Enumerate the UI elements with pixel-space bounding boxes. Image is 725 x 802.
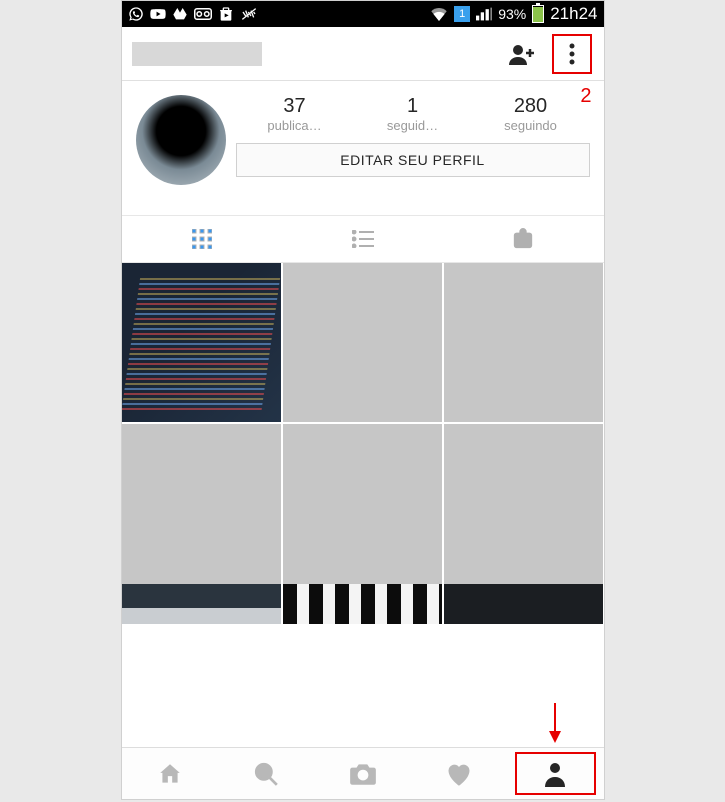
post-thumbnail[interactable] bbox=[444, 263, 603, 422]
nav-camera[interactable] bbox=[314, 748, 410, 799]
wifi-icon bbox=[430, 7, 448, 21]
tab-tagged[interactable] bbox=[443, 216, 604, 262]
stat-following[interactable]: 280 seguindo bbox=[472, 95, 590, 133]
clock: 21h24 bbox=[550, 4, 597, 24]
annotation-arrow bbox=[548, 703, 562, 743]
list-icon bbox=[352, 230, 374, 248]
post-thumbnail[interactable] bbox=[122, 424, 281, 583]
post-thumbnail[interactable] bbox=[444, 424, 603, 583]
search-icon bbox=[253, 761, 279, 787]
profile-header: 2 bbox=[122, 27, 604, 81]
grid-icon bbox=[192, 229, 212, 249]
voicemail-icon bbox=[194, 8, 212, 20]
post-thumbnail[interactable] bbox=[283, 424, 442, 583]
following-count: 280 bbox=[472, 95, 590, 118]
battery-icon bbox=[532, 5, 544, 23]
nav-profile[interactable] bbox=[507, 748, 603, 799]
stats-row: 37 publica… 1 seguid… 280 seguindo bbox=[236, 95, 590, 133]
options-menu-button[interactable] bbox=[552, 34, 592, 74]
drive-icon bbox=[172, 6, 188, 22]
posts-grid-row bbox=[122, 584, 604, 624]
tab-list[interactable] bbox=[282, 216, 443, 262]
bottom-nav bbox=[122, 747, 604, 799]
camera-icon bbox=[348, 761, 378, 787]
post-thumbnail[interactable] bbox=[444, 584, 603, 624]
post-thumbnail[interactable] bbox=[283, 584, 442, 624]
battery-percent: 93% bbox=[498, 6, 526, 22]
posts-grid bbox=[122, 263, 604, 584]
android-status-bar: 1 93% 21h24 bbox=[122, 1, 604, 27]
username-placeholder bbox=[132, 42, 262, 66]
device-frame: 1 93% 21h24 2 37 publica… 1 se bbox=[121, 0, 605, 800]
youtube-icon bbox=[150, 6, 166, 22]
sim-indicator: 1 bbox=[454, 6, 470, 22]
posts-count: 37 bbox=[236, 95, 354, 118]
avatar[interactable] bbox=[136, 95, 226, 185]
followers-label: seguid… bbox=[354, 118, 472, 133]
tab-grid[interactable] bbox=[122, 216, 283, 262]
post-thumbnail[interactable] bbox=[122, 584, 281, 624]
profile-info: 37 publica… 1 seguid… 280 seguindo EDITA… bbox=[122, 81, 604, 195]
following-label: seguindo bbox=[472, 118, 590, 133]
add-person-icon bbox=[508, 43, 536, 65]
discover-people-button[interactable] bbox=[502, 34, 542, 74]
vibrate-icon bbox=[240, 6, 258, 22]
stat-posts[interactable]: 37 publica… bbox=[236, 95, 354, 133]
whatsapp-icon bbox=[128, 6, 144, 22]
play-store-icon bbox=[218, 6, 234, 22]
signal-icon bbox=[476, 7, 492, 21]
nav-activity[interactable] bbox=[411, 748, 507, 799]
kebab-menu-icon bbox=[569, 43, 575, 65]
followers-count: 1 bbox=[354, 95, 472, 118]
post-thumbnail[interactable] bbox=[283, 263, 442, 422]
posts-label: publica… bbox=[236, 118, 354, 133]
edit-profile-button[interactable]: EDITAR SEU PERFIL bbox=[236, 143, 590, 177]
nav-home[interactable] bbox=[122, 748, 218, 799]
heart-icon bbox=[445, 761, 473, 787]
home-icon bbox=[157, 761, 183, 787]
tagged-icon bbox=[512, 228, 534, 250]
nav-search[interactable] bbox=[218, 748, 314, 799]
post-thumbnail[interactable] bbox=[122, 263, 281, 422]
profile-view-tabs bbox=[122, 215, 604, 263]
stat-followers[interactable]: 1 seguid… bbox=[354, 95, 472, 133]
